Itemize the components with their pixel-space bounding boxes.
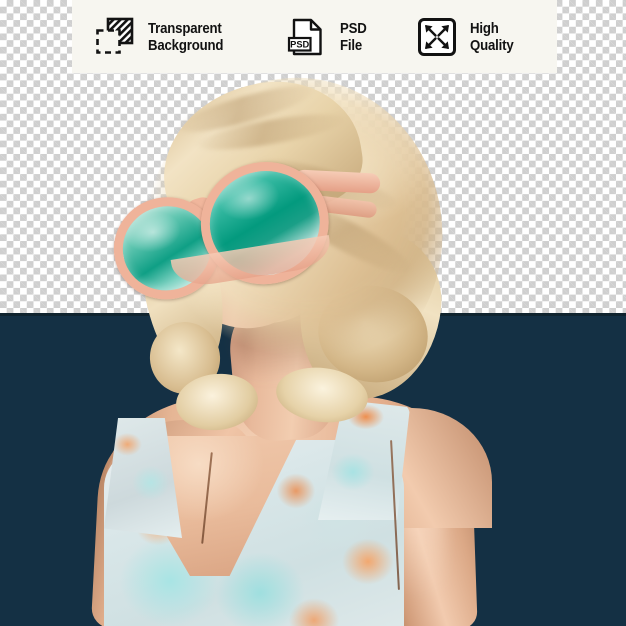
feature-transparent-background: Transparent Background — [94, 16, 234, 58]
feature-high-quality: High Quality — [416, 16, 519, 58]
expand-arrows-icon — [417, 17, 456, 56]
model-photo-subject — [0, 0, 626, 626]
feature-label: High Quality — [469, 19, 514, 54]
psd-icon-text: PSD — [290, 39, 309, 49]
feature-banner: Transparent Background PSD PSD File High… — [72, 0, 557, 73]
psd-file-icon: PSD — [287, 18, 322, 55]
feature-label: PSD File — [339, 19, 367, 54]
transparent-background-icon — [96, 17, 134, 54]
screenshot-canvas: Transparent Background PSD PSD File High… — [0, 0, 626, 626]
feature-psd-file: PSD PSD File — [286, 16, 370, 58]
feature-label: Transparent Background — [148, 19, 224, 54]
